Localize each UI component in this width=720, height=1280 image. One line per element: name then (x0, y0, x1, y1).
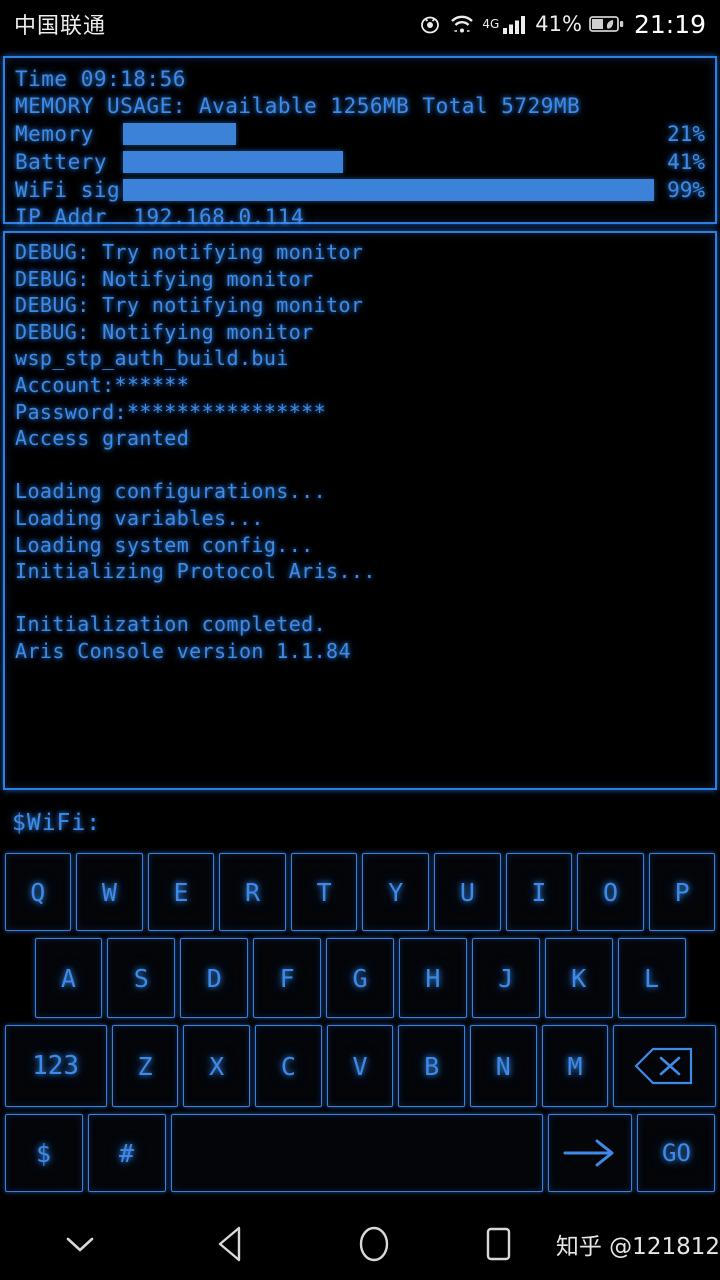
home-circle-icon[interactable] (303, 1224, 445, 1264)
key-space[interactable] (170, 1114, 543, 1192)
eye-icon (418, 14, 442, 34)
key-x[interactable]: X (183, 1025, 251, 1107)
watermark-label: 知乎 @121812 (555, 1234, 720, 1260)
wifi-bar-row: WiFi sig 99% (15, 176, 705, 204)
wifi-bar-label: WiFi sig (15, 178, 121, 202)
key-t[interactable]: T (290, 853, 358, 931)
wifi-bar-fill (123, 179, 654, 201)
key-p[interactable]: P (648, 853, 716, 931)
console-line: Aris Console version 1.1.84 (15, 638, 351, 663)
key-c[interactable]: C (255, 1025, 322, 1107)
console-line: Password:**************** (15, 399, 327, 424)
clock-label: 21:19 (633, 9, 706, 39)
key-hash[interactable]: # (87, 1114, 166, 1192)
key-h[interactable]: H (398, 938, 467, 1018)
backspace-icon[interactable] (613, 1025, 716, 1107)
keyboard-row-2: ASDFGHJKL (0, 938, 720, 1018)
key-s[interactable]: S (107, 938, 176, 1018)
key-o[interactable]: O (577, 853, 644, 931)
key-e[interactable]: E (147, 853, 215, 931)
key-m[interactable]: M (541, 1025, 609, 1107)
battery-bar-label: Battery (15, 150, 108, 174)
battery-eco-icon (589, 14, 625, 34)
keyboard-row-1: QWERTYUIOP (0, 853, 720, 931)
console-line: Initialization completed. (15, 612, 327, 637)
wifi-bar-percent: 99% (667, 178, 705, 202)
console-line: Loading system config... (15, 532, 314, 557)
wifi-bar-track (123, 179, 658, 201)
key-f[interactable]: F (253, 938, 322, 1018)
key-n[interactable]: N (470, 1025, 537, 1107)
key-k[interactable]: K (544, 938, 613, 1018)
memory-bar-fill (123, 123, 236, 145)
key-dollar[interactable]: $ (4, 1114, 83, 1192)
phone-screen: 中国联通 4G 41% 21:19 Time 09:18:56 MEMORY U… (0, 0, 720, 1280)
key-d[interactable]: D (180, 938, 249, 1018)
keyboard-row-4: $ # GO (0, 1114, 720, 1192)
key-g[interactable]: G (326, 938, 394, 1018)
memory-bar-track (123, 123, 658, 145)
console-line: DEBUG: Try notifying monitor (15, 240, 364, 264)
android-navigation-bar: 知乎 @121812 (0, 1208, 720, 1280)
memory-bar-label: Memory (15, 122, 94, 146)
console-output-panel[interactable]: DEBUG: Try notifying monitor DEBUG: Notif… (3, 231, 717, 790)
signal-bars-icon (502, 14, 528, 35)
key-numbers[interactable]: 123 (4, 1025, 107, 1107)
console-line: DEBUG: Try notifying monitor (15, 293, 364, 318)
ip-address-line: IP Addr 192.168.0.114 (15, 204, 705, 231)
key-l[interactable]: L (617, 938, 686, 1018)
console-line: DEBUG: Notifying monitor (15, 266, 314, 291)
carrier-label: 中国联通 (14, 14, 107, 39)
ip-address-value: 192.168.0.114 (133, 205, 305, 229)
ip-address-label: IP Addr (15, 205, 108, 229)
keyboard-row-3: 123 ZXCVBNM (0, 1025, 720, 1107)
key-q[interactable]: Q (4, 853, 72, 931)
chevron-down-icon[interactable] (0, 1233, 160, 1255)
key-b[interactable]: B (398, 1025, 465, 1107)
back-triangle-icon[interactable] (160, 1225, 302, 1263)
console-line: Initializing Protocol Aris... (15, 559, 376, 584)
recents-square-icon[interactable] (445, 1225, 552, 1263)
memory-bar-row: Memory 21% (15, 120, 705, 148)
key-z[interactable]: Z (111, 1025, 179, 1107)
battery-bar-row: Battery 41% (15, 148, 705, 176)
console-line: Loading configurations... (15, 479, 327, 504)
key-a[interactable]: A (34, 938, 103, 1018)
battery-bar-fill (123, 151, 343, 173)
command-prompt[interactable]: $WiFi: (12, 810, 101, 836)
virtual-keyboard: QWERTYUIOP ASDFGHJKL 123 ZXCVBNM $ # GO (0, 853, 720, 1199)
console-line: DEBUG: Notifying monitor (15, 319, 314, 344)
console-line: wsp_stp_auth_build.bui (15, 346, 289, 371)
status-icons-group: 4G 41% 21:19 (418, 10, 706, 39)
wifi-icon (449, 14, 475, 35)
key-v[interactable]: V (326, 1025, 394, 1107)
key-i[interactable]: I (505, 853, 573, 931)
system-status-panel: Time 09:18:56 MEMORY USAGE: Available 12… (3, 56, 717, 229)
console-line-list: DEBUG: Try notifying monitor DEBUG: Notif… (15, 239, 705, 665)
key-y[interactable]: Y (362, 853, 430, 931)
network-type-label: 4G (482, 16, 500, 31)
key-u[interactable]: U (434, 853, 501, 931)
console-line: Access granted (15, 426, 190, 451)
console-line: Account:****** (15, 372, 190, 397)
battery-bar-track (123, 151, 658, 173)
key-go[interactable]: GO (637, 1114, 716, 1192)
battery-percent-label: 41% (535, 12, 582, 36)
console-line: Loading variables... (15, 505, 264, 530)
key-w[interactable]: W (76, 853, 143, 931)
time-line: Time 09:18:56 (15, 67, 186, 91)
key-j[interactable]: J (471, 938, 540, 1018)
system-status-bar: 中国联通 4G 41% 21:19 (0, 0, 720, 48)
arrow-right-icon[interactable] (547, 1114, 633, 1192)
key-r[interactable]: R (219, 853, 286, 931)
memory-usage-line: MEMORY USAGE: Available 1256MB Total 572… (15, 94, 581, 118)
memory-bar-percent: 21% (667, 122, 705, 146)
battery-bar-percent: 41% (667, 150, 705, 174)
